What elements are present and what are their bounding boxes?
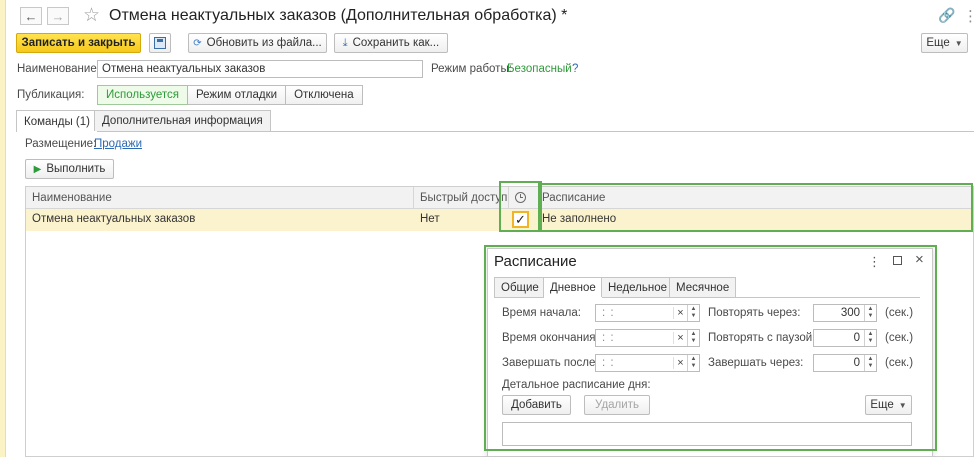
- tab-commands[interactable]: Команды (1): [16, 110, 98, 132]
- highlight-frame-checkbox: [499, 181, 542, 232]
- link-icon[interactable]: 🔗: [938, 7, 955, 24]
- publication-switch[interactable]: Используется Режим отладки Отключена: [97, 85, 363, 105]
- left-panel-edge: [0, 0, 6, 457]
- highlight-frame-dialog: [484, 245, 937, 451]
- floppy-disk-icon: [154, 37, 166, 49]
- tabs-baseline: [16, 131, 974, 132]
- save-as-button[interactable]: ⤓ Сохранить как...: [334, 33, 448, 53]
- help-icon[interactable]: ?: [572, 63, 578, 75]
- name-value: Отмена неактуальных заказов: [102, 63, 266, 75]
- arrow-right-icon: →: [51, 8, 65, 24]
- publication-option-used[interactable]: Используется: [97, 85, 188, 105]
- more-button[interactable]: Еще ▼: [921, 33, 968, 53]
- refresh-icon: ⟳: [193, 37, 202, 49]
- more-vertical-icon[interactable]: ⋮: [963, 7, 974, 25]
- publication-option-disabled[interactable]: Отключена: [285, 85, 363, 105]
- tab-commands-label: Команды (1): [24, 115, 90, 128]
- run-button[interactable]: ▶ Выполнить: [25, 159, 114, 179]
- publication-option-debug[interactable]: Режим отладки: [186, 85, 287, 105]
- star-icon[interactable]: ☆: [83, 4, 100, 27]
- publication-label: Публикация:: [17, 89, 85, 101]
- save-and-close-button[interactable]: Записать и закрыть: [16, 33, 141, 53]
- back-button[interactable]: ←: [20, 7, 42, 25]
- forward-button[interactable]: →: [47, 7, 69, 25]
- window-title: Отмена неактуальных заказов (Дополнитель…: [109, 7, 568, 24]
- row-name: Отмена неактуальных заказов: [32, 213, 196, 225]
- tab-additional-info[interactable]: Дополнительная информация: [94, 110, 271, 131]
- update-from-file-button[interactable]: ⟳ Обновить из файла...: [188, 33, 327, 53]
- name-label: Наименование:: [17, 63, 100, 75]
- chevron-down-icon: ▼: [954, 38, 963, 48]
- column-header-name[interactable]: Наименование: [32, 192, 112, 204]
- save-and-close-label: Записать и закрыть: [21, 37, 136, 49]
- placement-label: Размещение:: [25, 138, 97, 150]
- arrow-left-icon: ←: [24, 8, 38, 24]
- mode-label: Режим работы:: [431, 63, 512, 75]
- run-label: Выполнить: [46, 163, 106, 175]
- play-icon: ▶: [33, 163, 42, 175]
- mode-value[interactable]: Безопасный: [507, 63, 572, 75]
- tab-additional-info-label: Дополнительная информация: [102, 115, 263, 127]
- update-from-file-label: Обновить из файла...: [206, 37, 322, 49]
- name-field[interactable]: Отмена неактуальных заказов: [97, 60, 423, 78]
- column-header-quick-access[interactable]: Быстрый доступ: [420, 192, 507, 204]
- row-quick-access: Нет: [420, 213, 440, 225]
- save-button[interactable]: [149, 33, 171, 53]
- save-as-label: Сохранить как...: [352, 37, 440, 49]
- placement-link[interactable]: Продажи: [94, 138, 142, 150]
- highlight-frame-schedule: [538, 183, 973, 232]
- download-icon: ⤓: [342, 36, 348, 49]
- more-label: Еще: [926, 37, 950, 49]
